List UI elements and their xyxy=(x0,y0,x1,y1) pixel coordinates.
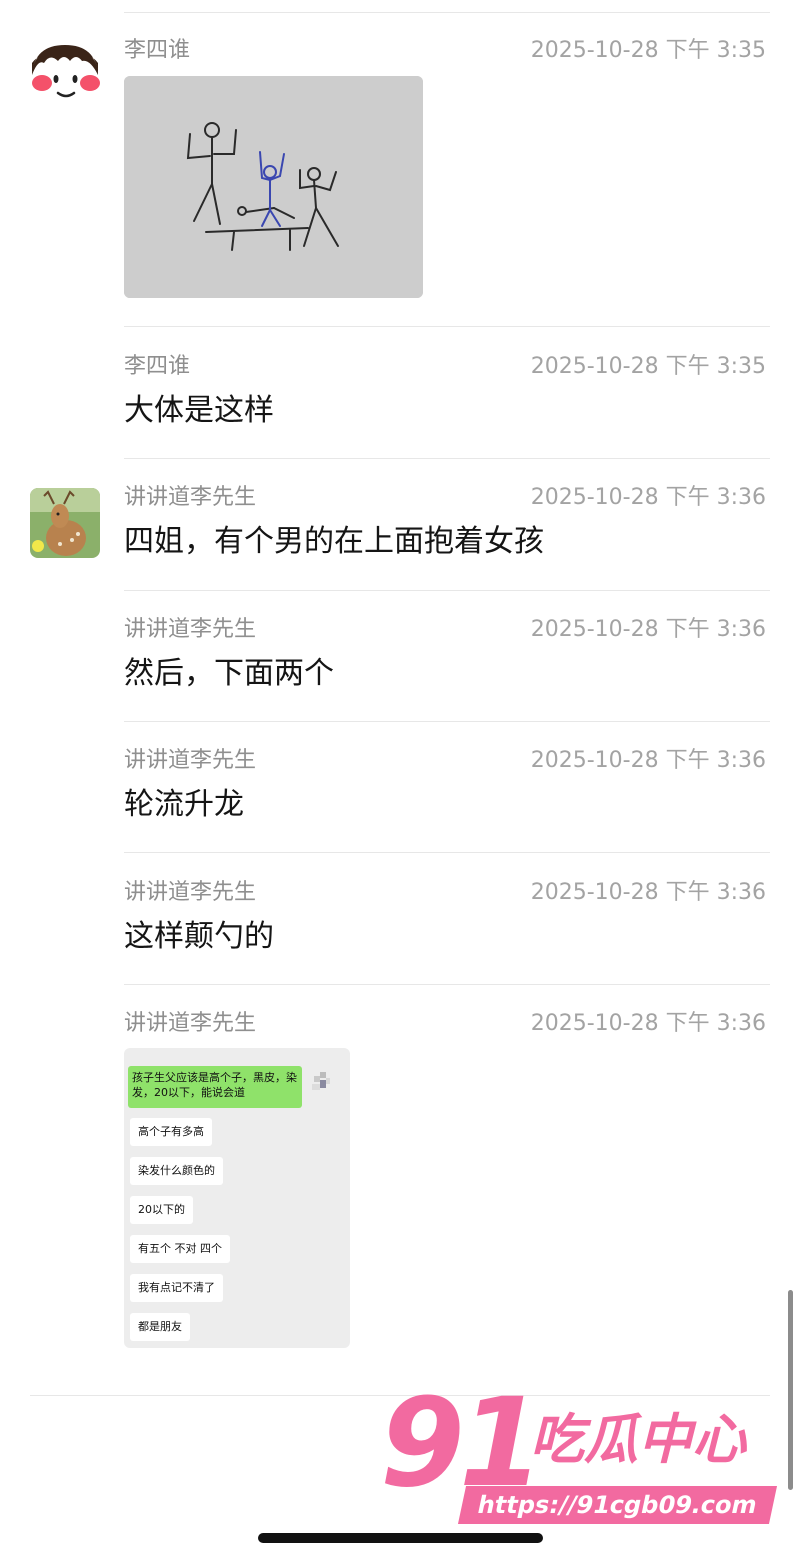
chat-white-bubble: 我有点记不清了 xyxy=(130,1274,223,1302)
message-time: 2025-10-28 下午 3:36 xyxy=(530,748,766,773)
sender-name: 李四谁 xyxy=(124,354,191,379)
chat-white-bubble: 有五个 不对 四个 xyxy=(130,1235,230,1263)
divider xyxy=(124,590,770,591)
message-time: 2025-10-28 下午 3:36 xyxy=(530,485,766,510)
sender-name: 讲讲道李先生 xyxy=(124,748,257,773)
message-time: 2025-10-28 下午 3:36 xyxy=(530,617,766,642)
watermark-url: https://91cgb09.com xyxy=(457,1486,777,1524)
blurred-avatar-icon xyxy=(312,1072,330,1090)
watermark-title: 吃瓜中心 xyxy=(530,1408,746,1471)
avatar-cartoon[interactable] xyxy=(30,41,100,111)
home-indicator[interactable] xyxy=(258,1533,543,1543)
drawing-image[interactable] xyxy=(124,76,423,298)
message-time: 2025-10-28 下午 3:36 xyxy=(530,880,766,905)
message-time: 2025-10-28 下午 3:36 xyxy=(530,1011,766,1036)
scrollbar[interactable] xyxy=(788,1290,793,1490)
divider xyxy=(124,326,770,327)
sender-name: 李四谁 xyxy=(124,38,191,63)
sender-name: 讲讲道李先生 xyxy=(124,617,257,642)
message-text: 四姐，有个男的在上面抱着女孩 xyxy=(124,524,544,559)
divider xyxy=(124,852,770,853)
chat-white-bubble: 高个子有多高 xyxy=(130,1118,212,1146)
message-time: 2025-10-28 下午 3:35 xyxy=(530,354,766,379)
divider xyxy=(124,721,770,722)
chat-white-bubble: 20以下的 xyxy=(130,1196,193,1224)
divider xyxy=(124,12,770,13)
divider xyxy=(124,984,770,985)
message-text: 大体是这样 xyxy=(124,393,274,428)
sender-name: 讲讲道李先生 xyxy=(124,485,257,510)
chat-green-bubble: 孩子生父应该是高个子，黑皮，染发，20以下，能说会道 xyxy=(128,1066,302,1108)
message-time: 2025-10-28 下午 3:35 xyxy=(530,38,766,63)
avatar-deer[interactable] xyxy=(30,488,100,558)
cartoon-face-icon xyxy=(30,41,100,111)
sender-name: 讲讲道李先生 xyxy=(124,880,257,905)
stick-figure-drawing-icon xyxy=(124,76,423,298)
watermark-logo: 91 吃瓜中心 https://91cgb09.com xyxy=(380,1378,780,1538)
chat-white-bubble: 都是朋友 xyxy=(130,1313,190,1341)
chat-screenshot-image[interactable]: 孩子生父应该是高个子，黑皮，染发，20以下，能说会道 高个子有多高 染发什么颜色… xyxy=(124,1048,350,1348)
chat-white-bubble: 染发什么颜色的 xyxy=(130,1157,223,1185)
sender-name: 讲讲道李先生 xyxy=(124,1011,257,1036)
message-text: 这样颠勺的 xyxy=(124,919,274,954)
divider xyxy=(124,458,770,459)
message-text: 轮流升龙 xyxy=(124,787,244,822)
message-text: 然后，下面两个 xyxy=(124,656,334,691)
deer-photo-icon xyxy=(30,488,100,558)
